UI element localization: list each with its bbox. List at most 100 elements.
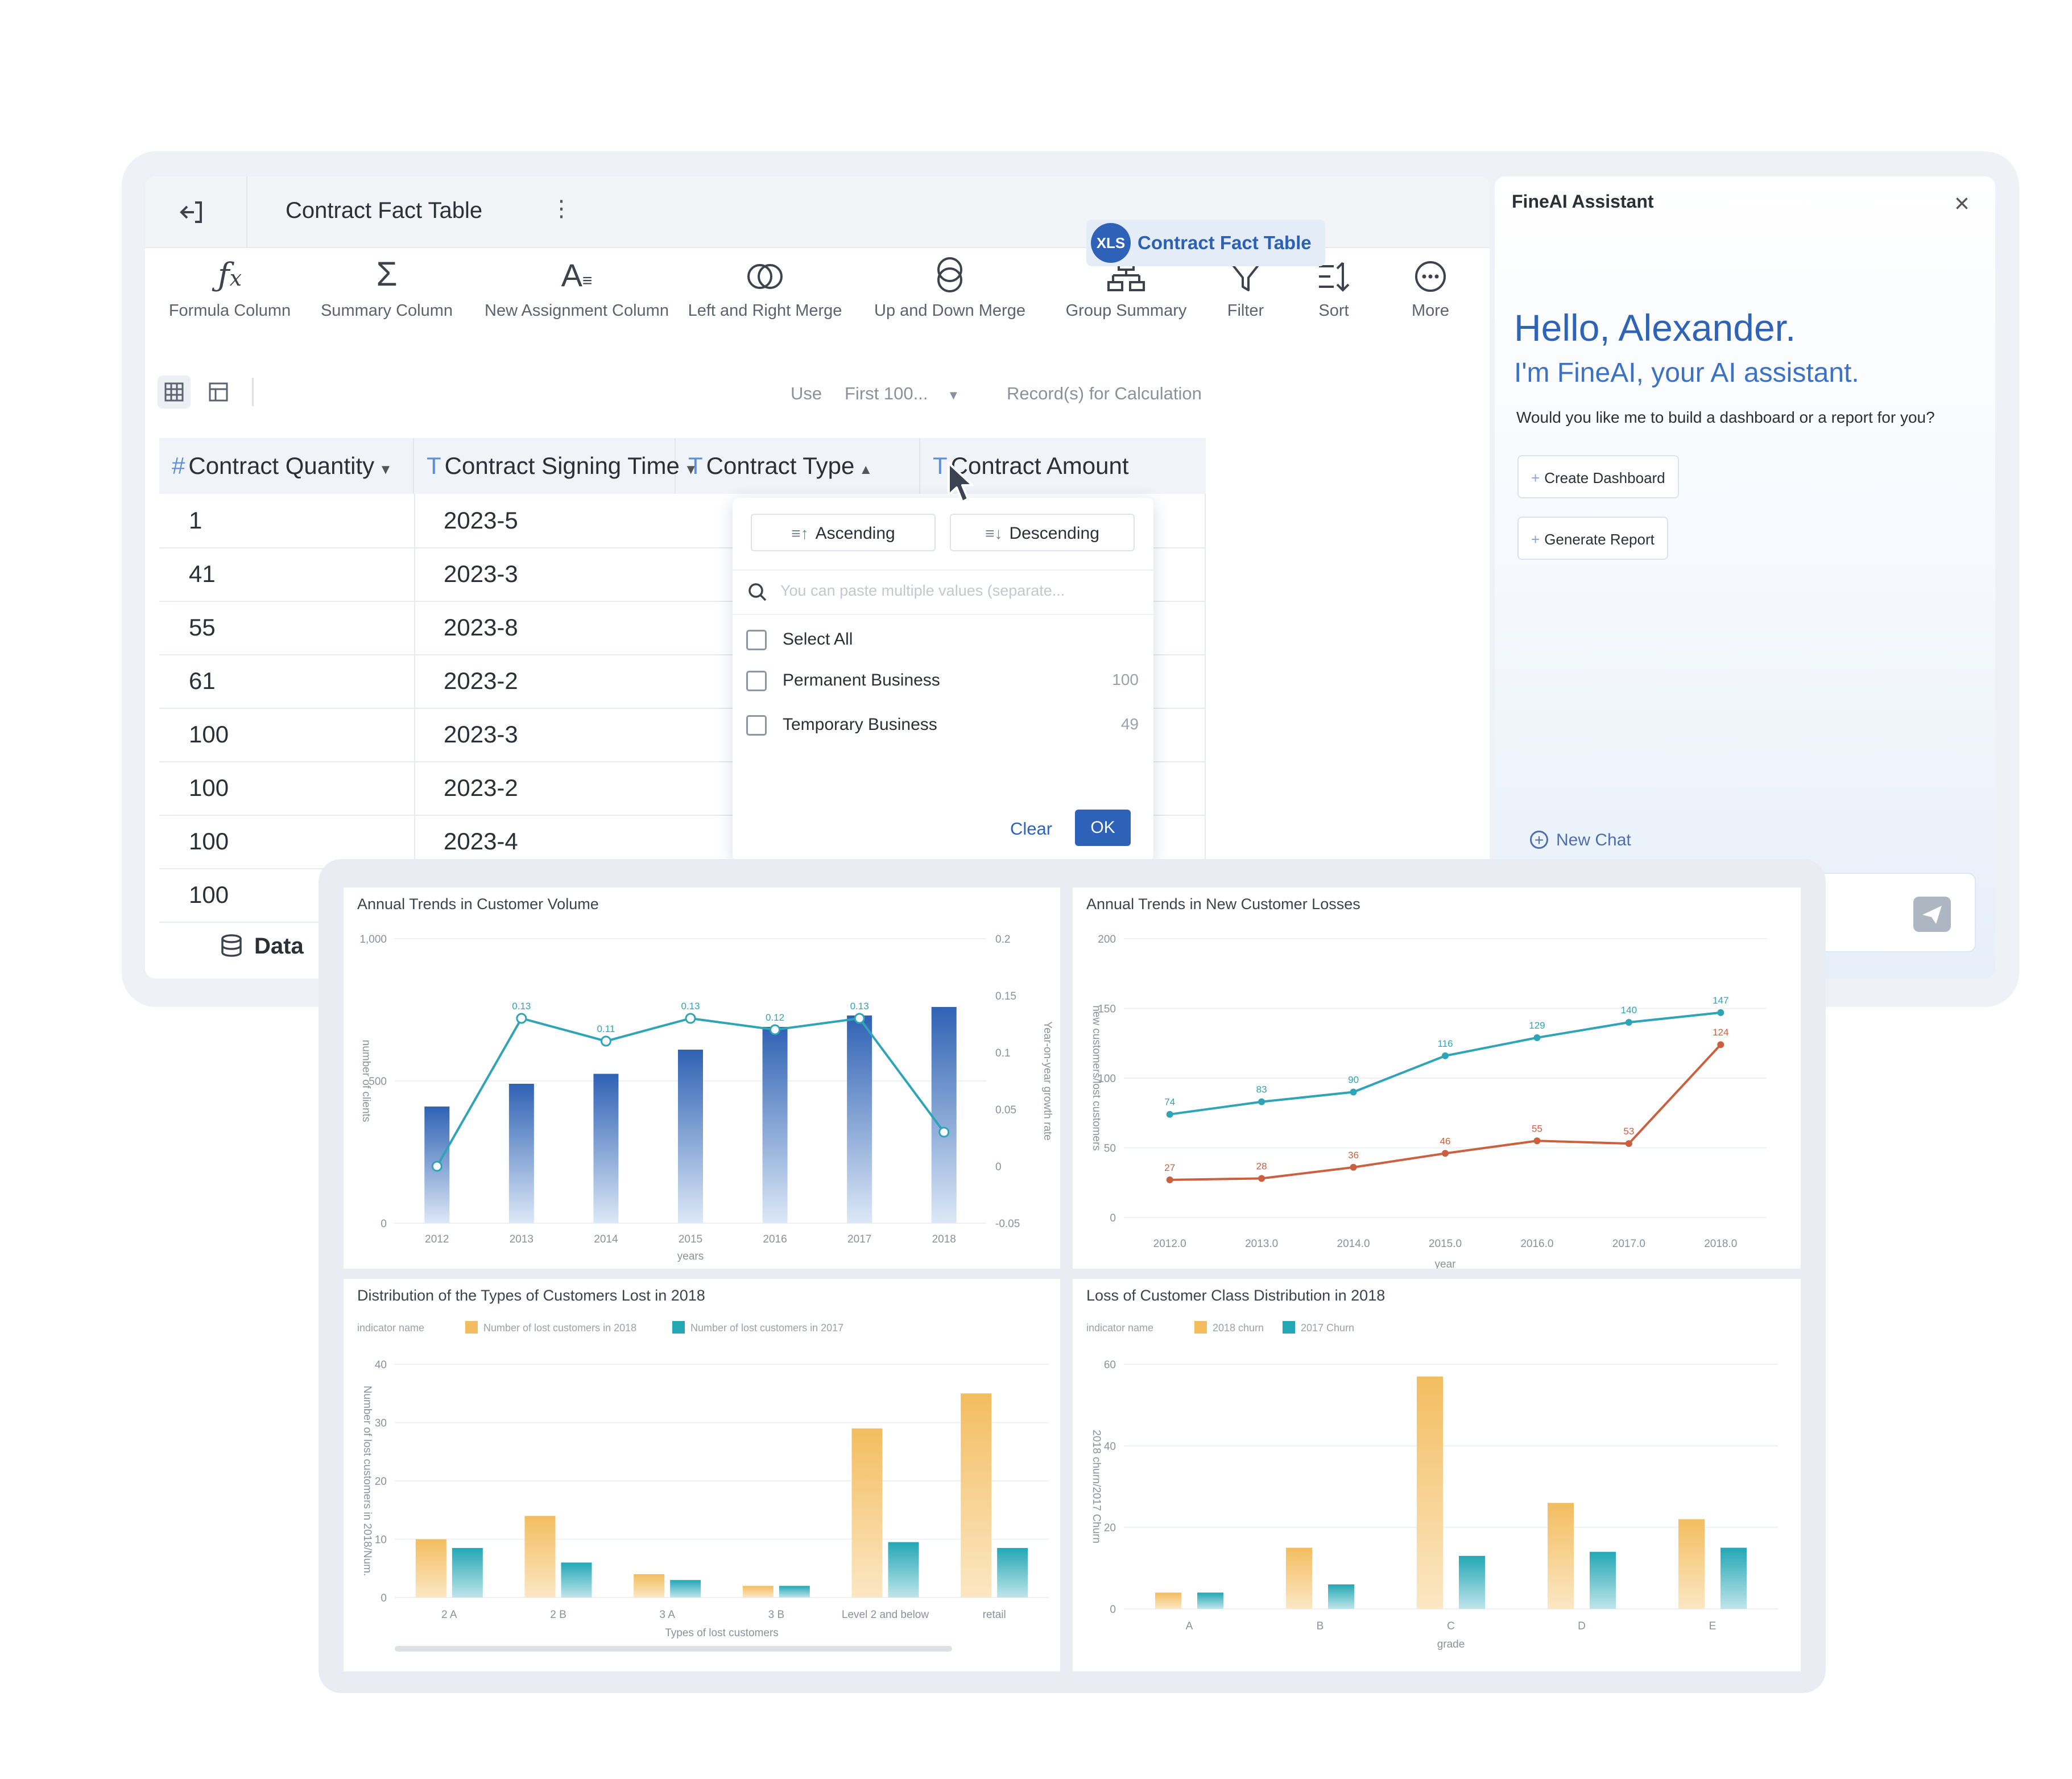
generate-report-label: Generate Report (1544, 531, 1655, 548)
up-down-merge-button[interactable]: Up and Down Merge (867, 248, 1032, 320)
x-tick-label: 2012.0 (1153, 1238, 1186, 1250)
customer-volume-chart: 05001,000-0.0500.050.10.150.22012 2013 201… (359, 934, 1053, 1262)
y-tick-label: 40 (1104, 1440, 1116, 1452)
line-point (1717, 1041, 1724, 1049)
filter-option[interactable]: Permanent Business 100 (746, 665, 1139, 699)
y-tick-label: 1,000 (359, 934, 387, 946)
line-point (1533, 1137, 1541, 1145)
x-tick-label: 2016 (763, 1233, 787, 1245)
line-point (854, 1013, 865, 1024)
y-tick-label: 0 (1110, 1212, 1116, 1224)
column-header[interactable]: T Contract Signing Time ▼ (414, 438, 698, 494)
row-limit-select[interactable]: First 100... ▼ (845, 383, 960, 404)
bar (888, 1542, 919, 1598)
y-tick-label: 0 (381, 1218, 387, 1230)
layout-view-button[interactable] (202, 375, 235, 408)
more-options-icon[interactable]: ⋮ (550, 196, 573, 222)
horizontal-scrollbar[interactable] (395, 1646, 952, 1652)
data-label: 140 (1621, 1005, 1637, 1016)
quantity-cell: 41 (189, 560, 216, 587)
left-right-merge-button[interactable]: Left and Right Merge (680, 248, 850, 320)
x-tick-label: 2 B (550, 1609, 566, 1621)
grid-view-button[interactable] (158, 375, 191, 408)
ok-button[interactable]: OK (1075, 810, 1131, 846)
more-button[interactable]: More (1385, 248, 1476, 320)
option-checkbox[interactable] (746, 715, 767, 736)
option-count: 100 (1112, 671, 1139, 688)
y-tick-label: 0 (1110, 1604, 1116, 1616)
bar (1417, 1376, 1443, 1609)
descending-label: Descending (1009, 524, 1099, 543)
close-icon[interactable]: × (1954, 188, 1970, 218)
data-label: 0.11 (597, 1023, 615, 1034)
formula-icon: ƒx (217, 257, 242, 294)
data-tab[interactable]: Data (219, 933, 304, 959)
search-icon (748, 583, 767, 601)
x-axis-label: grade (1437, 1638, 1465, 1650)
dataset-chip[interactable]: XLS Contract Fact Table (1086, 220, 1325, 266)
new-chat-label: New Chat (1556, 831, 1631, 849)
x-tick-label: 2 A (441, 1609, 457, 1621)
line-point (600, 1035, 611, 1047)
option-label: Temporary Business (783, 715, 937, 734)
bar (1328, 1584, 1354, 1609)
bar (1590, 1551, 1616, 1609)
bar (452, 1547, 483, 1598)
bar (524, 1516, 556, 1598)
column-header[interactable]: T Contract Type ▲ (676, 438, 920, 494)
customer-losses-chart: 0501001502002012.0 2013.0 2014.0 2015.0 2016… (1090, 934, 1767, 1270)
y-tick-label: 200 (1098, 934, 1116, 946)
x-tick-label: 2013 (510, 1233, 533, 1245)
filter-option[interactable]: Temporary Business 49 (746, 709, 1139, 744)
use-label: Use (791, 383, 822, 403)
option-checkbox[interactable] (746, 671, 767, 691)
legend-title: indicator name (357, 1322, 424, 1334)
clear-button[interactable]: Clear (1010, 819, 1052, 839)
search-placeholder: You can paste multiple values (separate.… (780, 582, 1065, 599)
filter-search-input[interactable]: You can paste multiple values (separate.… (733, 569, 1153, 615)
generate-report-button[interactable]: + Generate Report (1517, 517, 1668, 560)
x-tick-label: B (1317, 1620, 1324, 1632)
y-tick-label: 20 (1104, 1522, 1116, 1534)
chart-title: Distribution of the Types of Customers L… (357, 1287, 705, 1304)
option-label: Permanent Business (783, 671, 940, 690)
caret-down-icon[interactable]: ▼ (379, 462, 392, 477)
option-count: 49 (1120, 715, 1139, 733)
line-point (1442, 1150, 1449, 1157)
new-assignment-column-button[interactable]: A≡ New Assignment Column (472, 248, 682, 320)
quantity-cell: 55 (189, 614, 216, 641)
summary-column-button[interactable]: Σ Summary Column (316, 248, 458, 320)
x-tick-label: A (1186, 1620, 1193, 1632)
select-all-option[interactable]: Select All (746, 624, 1139, 658)
line-point (938, 1126, 950, 1138)
quantity-cell: 1 (189, 507, 202, 534)
tool-label: Group Summary (1065, 302, 1187, 320)
formula-column-button[interactable]: ƒx Formula Column (159, 248, 301, 320)
signing-time-cell: 2023-3 (444, 560, 518, 587)
data-label: 55 (1532, 1123, 1542, 1134)
lost-customer-types-chart: 0 10 20 30 40 indicator name Number of lost cu… (357, 1321, 1049, 1652)
layout-icon (209, 382, 228, 402)
x-tick-label: E (1709, 1620, 1717, 1632)
y-axis-label: 2018 churn/2017 Churn (1090, 1430, 1102, 1543)
signing-time-cell: 2023-5 (444, 507, 518, 534)
chart-card: Annual Trends in New Customer Losses 0 50… (1073, 888, 1801, 1270)
send-button[interactable] (1913, 897, 1951, 932)
create-dashboard-button[interactable]: + Create Dashboard (1517, 455, 1679, 498)
caret-up-icon[interactable]: ▲ (859, 462, 872, 477)
sort-descending-button[interactable]: ≡↓ Descending (950, 514, 1135, 551)
line-point (1258, 1098, 1265, 1105)
legend-label: Number of lost customers in 2018 (483, 1322, 636, 1334)
new-chat-button[interactable]: + New Chat (1530, 831, 1631, 850)
data-label: 116 (1437, 1038, 1453, 1049)
sort-ascending-button[interactable]: ≡↑ Ascending (751, 514, 936, 551)
view-bar: Use First 100... ▼ Record(s) for Calculat… (145, 364, 1490, 421)
tool-label: New Assignment Column (485, 302, 669, 320)
ascending-label: Ascending (815, 524, 895, 543)
line-point (1625, 1140, 1632, 1148)
column-header[interactable]: # Contract Quantity ▼ (159, 438, 414, 494)
tool-label: Formula Column (168, 302, 291, 320)
exit-icon[interactable] (178, 198, 206, 226)
x-tick-label: retail (983, 1609, 1006, 1621)
select-all-checkbox[interactable] (746, 630, 767, 650)
